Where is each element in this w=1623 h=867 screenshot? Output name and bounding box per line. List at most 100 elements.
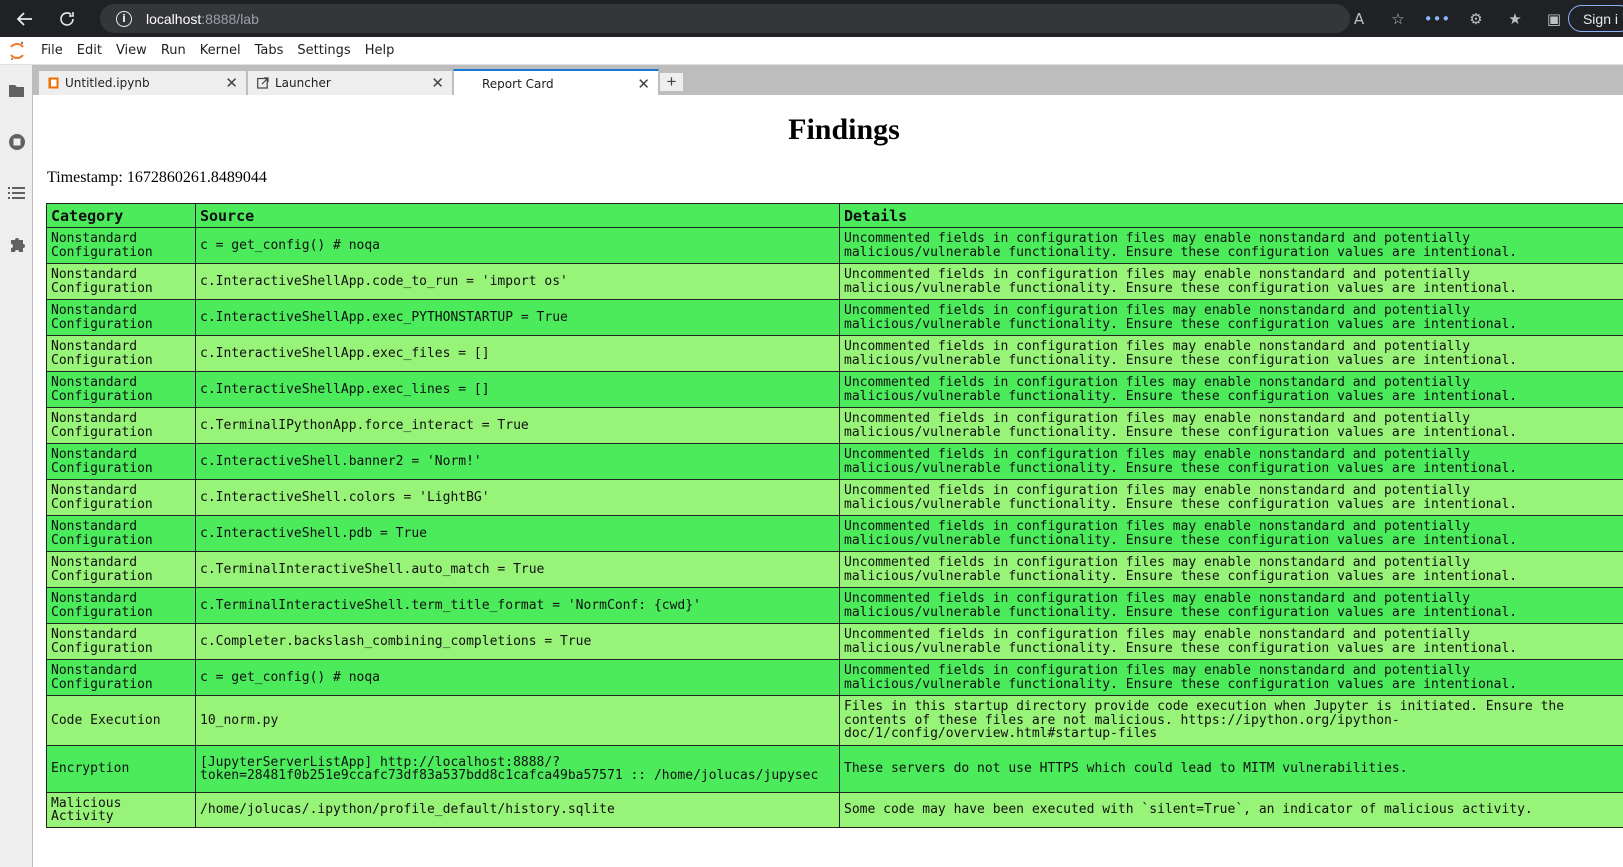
cell-category: Nonstandard Configuration	[46, 371, 196, 408]
cell-source: c = get_config() # noqa	[195, 659, 840, 696]
cell-details: Uncommented fields in configuration file…	[839, 551, 1623, 588]
notebook-icon	[48, 77, 59, 89]
url-path: :8888/lab	[201, 10, 259, 27]
folder-icon[interactable]	[0, 65, 33, 116]
refresh-icon[interactable]	[52, 4, 82, 34]
extensions-icon[interactable]: ⚙	[1467, 10, 1485, 28]
menu-run[interactable]: Run	[154, 43, 193, 58]
cell-details: Uncommented fields in configuration file…	[839, 623, 1623, 660]
cell-details: Uncommented fields in configuration file…	[839, 479, 1623, 516]
more-extensions-icon[interactable]: •••	[1424, 10, 1451, 28]
cell-details: Files in this startup directory provide …	[839, 695, 1623, 746]
cell-source: c.InteractiveShellApp.code_to_run = 'imp…	[195, 263, 840, 300]
table-row: Encryption [JupyterServerListApp] http:/…	[46, 745, 1623, 793]
browser-icons: A ☆ ••• ⚙ ★ ▣	[1350, 0, 1563, 37]
table-row: Nonstandard Configuration c = get_config…	[46, 659, 1623, 696]
menubar: File Edit View Run Kernel Tabs Settings …	[0, 37, 1623, 65]
tab-bar: Untitled.ipynb ✕ Launcher ✕ Report Card …	[33, 65, 1623, 96]
table-row: Nonstandard Configuration c.InteractiveS…	[46, 299, 1623, 336]
menu-edit[interactable]: Edit	[70, 43, 109, 58]
findings-table: Category Source Details Nonstandard Conf…	[46, 203, 1623, 828]
cell-source: c.InteractiveShell.pdb = True	[195, 515, 840, 552]
cell-source: c.InteractiveShell.colors = 'LightBG'	[195, 479, 840, 516]
cell-details: Uncommented fields in configuration file…	[839, 227, 1623, 264]
tab-label: Untitled.ipynb	[65, 76, 150, 90]
running-kernels-icon[interactable]	[0, 116, 33, 167]
cell-source: c.Completer.backslash_combining_completi…	[195, 623, 840, 660]
cell-category: Code Execution	[46, 695, 196, 746]
new-launcher-button[interactable]: +	[659, 72, 684, 92]
close-icon[interactable]: ✕	[431, 74, 444, 92]
cell-category: Nonstandard Configuration	[46, 659, 196, 696]
tab-launcher[interactable]: Launcher ✕	[247, 70, 453, 95]
page-title: Findings	[788, 113, 900, 146]
table-row: Nonstandard Configuration c.InteractiveS…	[46, 443, 1623, 480]
cell-details: Uncommented fields in configuration file…	[839, 587, 1623, 624]
cell-source: [JupyterServerListApp] http://localhost:…	[195, 745, 840, 793]
collections-icon[interactable]: ▣	[1545, 10, 1563, 28]
extension-manager-icon[interactable]	[0, 218, 33, 269]
cell-source: /home/jolucas/.ipython/profile_default/h…	[195, 792, 840, 828]
cell-details: Uncommented fields in configuration file…	[839, 335, 1623, 372]
close-icon[interactable]: ✕	[637, 75, 650, 93]
cell-details: Uncommented fields in configuration file…	[839, 299, 1623, 336]
table-row: Nonstandard Configuration c.InteractiveS…	[46, 335, 1623, 372]
address-bar[interactable]: i localhost:8888/lab	[100, 4, 1350, 33]
tab-report-card[interactable]: Report Card ✕	[453, 69, 659, 96]
cell-details: Uncommented fields in configuration file…	[839, 263, 1623, 300]
table-row: Nonstandard Configuration c.InteractiveS…	[46, 479, 1623, 516]
timestamp: Timestamp: 1672860261.8489044	[47, 169, 267, 186]
cell-source: c.InteractiveShellApp.exec_files = []	[195, 335, 840, 372]
cell-category: Nonstandard Configuration	[46, 515, 196, 552]
cell-category: Nonstandard Configuration	[46, 443, 196, 480]
cell-category: Nonstandard Configuration	[46, 299, 196, 336]
left-sidebar	[0, 65, 33, 867]
cell-category: Encryption	[46, 745, 196, 793]
cell-details: Some code may have been executed with `s…	[839, 792, 1623, 828]
tab-untitled-ipynb[interactable]: Untitled.ipynb ✕	[38, 70, 247, 95]
favorites-icon[interactable]: ★	[1506, 10, 1524, 28]
cell-details: Uncommented fields in configuration file…	[839, 659, 1623, 696]
info-icon[interactable]: i	[116, 10, 132, 27]
cell-category: Nonstandard Configuration	[46, 587, 196, 624]
menu-file[interactable]: File	[34, 43, 70, 58]
menu-view[interactable]: View	[109, 43, 154, 58]
cell-source: c.InteractiveShellApp.exec_PYTHONSTARTUP…	[195, 299, 840, 336]
cell-category: Nonstandard Configuration	[46, 335, 196, 372]
cell-source: c.TerminalInteractiveShell.term_title_fo…	[195, 587, 840, 624]
table-row: Nonstandard Configuration c.TerminalInte…	[46, 587, 1623, 624]
read-aloud-icon[interactable]: A	[1350, 10, 1368, 28]
table-row: Nonstandard Configuration c.TerminalIPyt…	[46, 407, 1623, 444]
table-row: Nonstandard Configuration c.Completer.ba…	[46, 623, 1623, 660]
tab-label: Report Card	[482, 76, 554, 91]
table-row: Nonstandard Configuration c = get_config…	[46, 227, 1623, 264]
cell-source: c.InteractiveShell.banner2 = 'Norm!'	[195, 443, 840, 480]
cell-details: Uncommented fields in configuration file…	[839, 443, 1623, 480]
add-favorite-icon[interactable]: ☆	[1389, 10, 1407, 28]
jupyter-logo-icon	[0, 37, 34, 65]
cell-details: Uncommented fields in configuration file…	[839, 371, 1623, 408]
back-icon[interactable]	[10, 4, 40, 34]
cell-category: Nonstandard Configuration	[46, 551, 196, 588]
table-of-contents-icon[interactable]	[0, 167, 33, 218]
close-icon[interactable]: ✕	[225, 74, 238, 92]
cell-source: c.TerminalIPythonApp.force_interact = Tr…	[195, 407, 840, 444]
table-row: Nonstandard Configuration c.TerminalInte…	[46, 551, 1623, 588]
menu-tabs[interactable]: Tabs	[248, 43, 291, 58]
header-details: Details	[839, 203, 1623, 228]
cell-details: These servers do not use HTTPS which cou…	[839, 745, 1623, 793]
cell-category: Nonstandard Configuration	[46, 479, 196, 516]
table-row: Malicious Activity /home/jolucas/.ipytho…	[46, 792, 1623, 828]
sign-in-button[interactable]: Sign i	[1567, 5, 1623, 32]
launcher-icon	[257, 77, 269, 89]
cell-source: 10_norm.py	[195, 695, 840, 746]
cell-source: c.TerminalInteractiveShell.auto_match = …	[195, 551, 840, 588]
report-content: Findings Timestamp: 1672860261.8489044 C…	[39, 95, 1623, 867]
tab-label: Launcher	[275, 76, 331, 90]
menu-help[interactable]: Help	[358, 43, 402, 58]
menu-settings[interactable]: Settings	[290, 43, 357, 58]
table-row: Nonstandard Configuration c.InteractiveS…	[46, 263, 1623, 300]
cell-category: Nonstandard Configuration	[46, 227, 196, 264]
menu-kernel[interactable]: Kernel	[193, 43, 248, 58]
cell-category: Malicious Activity	[46, 792, 196, 828]
